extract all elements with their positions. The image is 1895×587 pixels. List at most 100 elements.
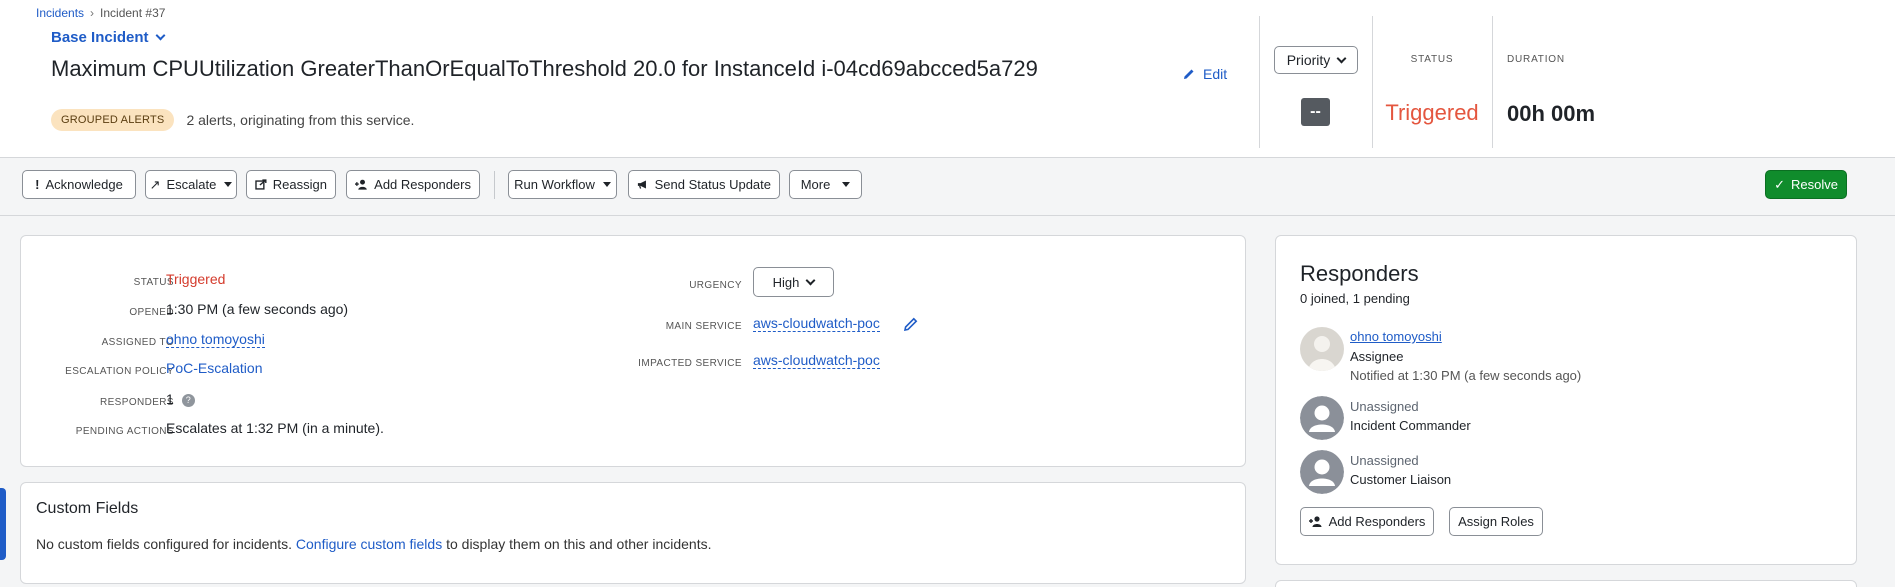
- base-incident-dropdown[interactable]: Base Incident: [51, 29, 165, 46]
- chevron-down-icon: [805, 275, 816, 285]
- priority-dropdown[interactable]: Priority: [1274, 46, 1358, 74]
- role-assignee: Unassigned: [1350, 453, 1419, 468]
- run-workflow-label: Run Workflow: [514, 177, 595, 192]
- user-photo-icon: [1300, 327, 1344, 371]
- more-label: More: [800, 177, 831, 192]
- responders-field-label: RESPONDERS: [99, 397, 174, 408]
- incident-details-card: STATUS Triggered OPENED 1:30 PM (a few s…: [20, 235, 1246, 467]
- base-incident-label: Base Incident: [51, 29, 149, 46]
- custom-fields-text: No custom fields configured for incident…: [36, 536, 711, 552]
- incident-header: Incidents › Incident #37 Base Incident Max…: [0, 0, 1895, 158]
- priority-value: --: [1301, 98, 1330, 126]
- impacted-service-link[interactable]: aws-cloudwatch-poc: [753, 352, 880, 369]
- add-responders-label: Add Responders: [374, 177, 471, 192]
- configure-custom-fields-link[interactable]: Configure custom fields: [296, 536, 442, 552]
- responders-title: Responders: [1300, 261, 1419, 286]
- caret-down-icon: [224, 182, 233, 187]
- escalation-policy-link[interactable]: PoC-Escalation: [166, 360, 263, 376]
- pencil-icon[interactable]: [904, 317, 918, 331]
- breadcrumb-separator: ›: [90, 6, 95, 20]
- responders-count: 1: [166, 391, 174, 407]
- user-placeholder-icon: [1300, 450, 1344, 494]
- status-value: Triggered: [1385, 100, 1479, 125]
- check-icon: ✓: [1774, 176, 1785, 192]
- avatar: [1300, 450, 1344, 494]
- role-name: Incident Commander: [1350, 418, 1471, 433]
- header-divider: [1492, 16, 1493, 148]
- edit-title-button[interactable]: Edit: [1183, 66, 1227, 82]
- pending-actions-value: Escalates at 1:32 PM (in a minute).: [166, 420, 384, 436]
- responders-summary: 0 joined, 1 pending: [1300, 291, 1410, 306]
- assignee-link[interactable]: ohno tomoyoshi: [166, 331, 265, 348]
- pending-actions-label: PENDING ACTIONS: [75, 426, 174, 437]
- breadcrumb: Incidents › Incident #37: [36, 6, 165, 20]
- impacted-service-label: IMPACTED SERVICE: [638, 358, 742, 369]
- acknowledge-label: Acknowledge: [45, 177, 123, 192]
- grouped-alerts-text: 2 alerts, originating from this service.: [186, 112, 415, 128]
- custom-fields-title: Custom Fields: [36, 500, 139, 517]
- next-card: [1275, 580, 1857, 587]
- status-field-value: Triggered: [166, 271, 226, 287]
- escalate-arrow-icon: ↗: [149, 176, 161, 192]
- reassign-button[interactable]: Reassign: [246, 170, 336, 199]
- avatar: [1300, 396, 1344, 440]
- megaphone-icon: [637, 180, 646, 189]
- reassign-icon: [255, 179, 267, 190]
- breadcrumb-incidents-link[interactable]: Incidents: [36, 6, 84, 20]
- role-assignee: Unassigned: [1350, 399, 1419, 414]
- resolve-label: Resolve: [1790, 177, 1838, 192]
- responders-card: Responders 0 joined, 1 pending ohno tomo…: [1275, 235, 1857, 565]
- side-panel-tab[interactable]: [0, 488, 6, 560]
- chevron-down-icon: [155, 30, 165, 41]
- action-toolbar: ! Acknowledge ↗ Escalate Reassign Add Re…: [0, 158, 1895, 216]
- add-user-icon: [355, 179, 367, 190]
- grouped-alerts-badge[interactable]: GROUPED ALERTS: [51, 109, 175, 131]
- pencil-icon: [1184, 69, 1194, 79]
- urgency-label: URGENCY: [689, 280, 742, 291]
- help-icon[interactable]: ?: [181, 394, 195, 407]
- main-service-link[interactable]: aws-cloudwatch-poc: [753, 315, 880, 332]
- role-name: Customer Liaison: [1350, 472, 1452, 487]
- main-service-label: MAIN SERVICE: [665, 321, 742, 332]
- urgency-dropdown[interactable]: High: [753, 267, 834, 297]
- exclamation-icon: !: [35, 177, 40, 192]
- impacted-service-value: aws-cloudwatch-poc: [753, 352, 880, 369]
- acknowledge-button[interactable]: ! Acknowledge: [22, 170, 136, 199]
- custom-fields-text-before: No custom fields configured for incident…: [36, 536, 293, 552]
- caret-down-icon: [602, 182, 611, 187]
- main-service-value: aws-cloudwatch-poc: [753, 315, 880, 332]
- escalation-policy-label: ESCALATION POLICY: [65, 366, 174, 377]
- send-status-update-label: Send Status Update: [654, 177, 771, 192]
- responders-field-value: 1?: [166, 391, 195, 407]
- responder-role: Assignee: [1350, 349, 1404, 364]
- incident-title: Maximum CPUUtilization GreaterThanOrEqua…: [51, 56, 1038, 81]
- avatar: [1300, 327, 1344, 371]
- escalate-label: Escalate: [166, 177, 217, 192]
- assigned-to-value: ohno tomoyoshi: [166, 331, 265, 348]
- priority-label: Priority: [1286, 52, 1331, 68]
- add-user-icon: [1308, 516, 1322, 527]
- opened-field-value: 1:30 PM (a few seconds ago): [166, 301, 349, 317]
- add-responders-button[interactable]: Add Responders: [1300, 507, 1434, 536]
- custom-fields-text-after: to display them on this and other incide…: [446, 536, 712, 552]
- assign-roles-button[interactable]: Assign Roles: [1449, 507, 1543, 536]
- responder-name-link[interactable]: ohno tomoyoshi: [1350, 329, 1442, 344]
- resolve-button[interactable]: ✓ Resolve: [1765, 170, 1847, 199]
- duration-value: 00h 00m: [1507, 101, 1596, 126]
- add-responders-button[interactable]: Add Responders: [346, 170, 480, 199]
- urgency-value: High: [772, 274, 800, 290]
- breadcrumb-current: Incident #37: [100, 6, 166, 20]
- reassign-label: Reassign: [272, 177, 327, 192]
- status-label: STATUS: [1410, 54, 1454, 65]
- assigned-to-label: ASSIGNED TO: [101, 337, 174, 348]
- send-status-update-button[interactable]: Send Status Update: [628, 170, 780, 199]
- run-workflow-button[interactable]: Run Workflow: [508, 170, 617, 199]
- toolbar-separator: [494, 171, 495, 199]
- duration-label: DURATION: [1507, 54, 1565, 65]
- assign-roles-label: Assign Roles: [1458, 514, 1534, 529]
- header-divider: [1259, 16, 1260, 148]
- more-button[interactable]: More: [789, 170, 862, 199]
- add-responders-label: Add Responders: [1328, 514, 1426, 529]
- header-divider: [1372, 16, 1373, 148]
- escalate-button[interactable]: ↗ Escalate: [145, 170, 237, 199]
